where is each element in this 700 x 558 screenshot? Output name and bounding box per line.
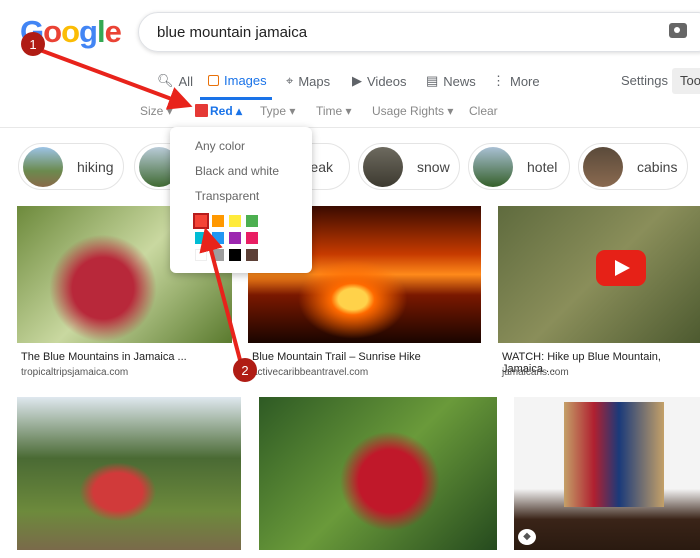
chip-label: cabins — [637, 158, 678, 175]
logo-letter: l — [96, 14, 106, 49]
play-icon: ▶ — [352, 73, 362, 88]
search-query: blue mountain jamaica — [157, 24, 308, 41]
color-swatch[interactable] — [229, 215, 241, 227]
logo-letter: g — [79, 14, 98, 49]
result-image[interactable]: ◆ — [514, 397, 700, 550]
filter-time[interactable]: Time ▾ — [316, 104, 352, 118]
option-any-color[interactable]: Any color — [195, 139, 245, 153]
color-swatch[interactable] — [212, 215, 224, 227]
option-black-and-white[interactable]: Black and white — [195, 164, 279, 178]
logo-letter: o — [43, 14, 62, 49]
chip-label: eak — [310, 158, 333, 175]
more-vertical-icon: ⋮ — [492, 73, 505, 88]
logo-letter: G — [20, 14, 44, 49]
chip-hiking[interactable]: hiking — [18, 143, 124, 190]
camera-icon[interactable] — [669, 23, 687, 38]
result-image[interactable] — [17, 397, 241, 550]
color-swatch[interactable] — [246, 215, 258, 227]
settings-label: Settings — [621, 73, 668, 88]
result-video[interactable] — [498, 206, 700, 343]
chip-label: hiking — [77, 158, 114, 175]
tab-images[interactable]: Images — [208, 73, 267, 88]
tab-label: News — [443, 73, 476, 89]
map-pin-icon: ⌖ — [286, 73, 294, 88]
google-logo[interactable]: Google — [20, 14, 122, 50]
tools-button[interactable]: Too — [672, 68, 700, 94]
tab-label: All — [178, 73, 193, 89]
tab-news[interactable]: ▤ News — [426, 73, 476, 89]
active-tab-indicator — [200, 97, 272, 100]
color-swatch[interactable] — [229, 249, 241, 261]
color-swatch[interactable] — [212, 249, 224, 261]
tab-maps[interactable]: ⌖ Maps — [286, 73, 330, 89]
news-icon: ▤ — [426, 73, 439, 88]
filter-type[interactable]: Type ▾ — [260, 104, 295, 118]
color-swatch[interactable] — [193, 213, 209, 229]
color-swatch[interactable] — [246, 249, 258, 261]
logo-letter: o — [61, 14, 80, 49]
result-image[interactable] — [259, 397, 497, 550]
filter-color[interactable]: Red ▴ — [210, 104, 242, 118]
result-source: tropicaltripsjamaica.com — [21, 367, 129, 378]
tools-label: Too — [680, 73, 700, 88]
filter-usage-rights[interactable]: Usage Rights ▾ — [372, 104, 453, 118]
filter-size[interactable]: Size ▾ — [140, 104, 173, 118]
result-source: jamaicans.com — [502, 367, 569, 378]
tab-label: Videos — [367, 73, 407, 89]
logo-letter: e — [104, 14, 122, 49]
tab-videos[interactable]: ▶ Videos — [352, 73, 407, 89]
tab-label: Images — [224, 73, 267, 88]
youtube-play-icon[interactable] — [596, 250, 646, 286]
step-2-number: 2 — [241, 363, 248, 378]
tab-all[interactable]: 🔍︎ All — [157, 73, 193, 89]
color-swatch[interactable] — [195, 249, 207, 261]
tag-icon[interactable]: ◆ — [518, 529, 536, 545]
result-caption[interactable]: The Blue Mountains in Jamaica ... — [21, 351, 187, 363]
search-input[interactable]: blue mountain jamaica — [138, 12, 700, 52]
color-swatch[interactable] — [229, 232, 241, 244]
color-dropdown-menu: Any color Black and white Transparent — [170, 127, 312, 273]
option-transparent[interactable]: Transparent — [195, 189, 259, 203]
result-source: activecaribbeantravel.com — [252, 367, 369, 378]
result-caption[interactable]: Blue Mountain Trail – Sunrise Hike — [252, 351, 421, 363]
coffee-bag — [564, 402, 664, 507]
selected-color-swatch — [195, 104, 208, 117]
chip-thumbnail — [473, 146, 513, 187]
chip-thumbnail — [583, 146, 623, 187]
chip-label: snow — [417, 158, 450, 175]
color-swatch[interactable] — [246, 232, 258, 244]
chip-snow[interactable]: snow — [358, 143, 460, 190]
tab-label: More — [510, 73, 540, 89]
filter-clear[interactable]: Clear — [469, 104, 498, 118]
chip-hotel[interactable]: hotel — [468, 143, 570, 190]
image-icon — [208, 75, 219, 86]
chip-label: hotel — [527, 158, 558, 175]
chip-cabins[interactable]: cabins — [578, 143, 688, 190]
tab-more[interactable]: ⋮ More — [492, 73, 540, 89]
chip-thumbnail — [363, 146, 403, 187]
settings-link[interactable]: Settings — [621, 73, 668, 88]
color-swatch[interactable] — [195, 232, 207, 244]
chip-thumbnail — [23, 146, 63, 187]
divider — [0, 127, 700, 128]
tab-label: Maps — [298, 73, 331, 89]
color-swatch[interactable] — [212, 232, 224, 244]
search-icon: 🔍︎ — [157, 73, 174, 88]
